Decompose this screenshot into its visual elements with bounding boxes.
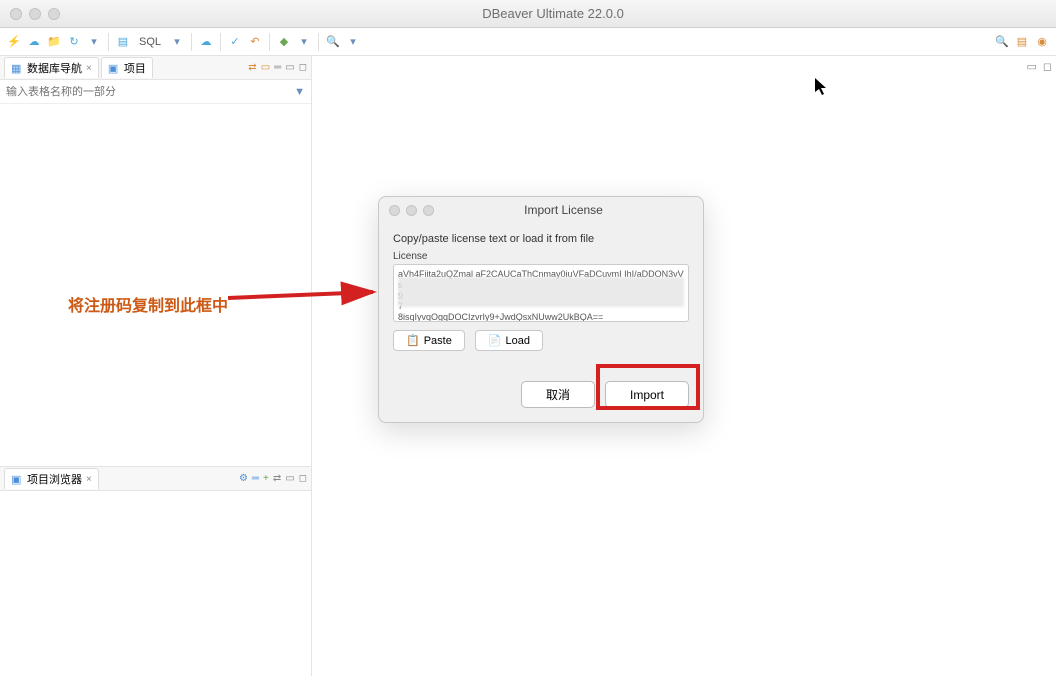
link-icon[interactable]: ⇄ [273,473,281,484]
zoom-traffic[interactable] [423,205,434,216]
tab-label: 项目浏览器 [27,471,82,487]
import-button[interactable]: Import [605,381,689,408]
sql-label[interactable]: SQL [135,36,165,48]
panel-controls: ⇄ ▭ ═ ▭ ◻ [248,62,307,73]
sql-icon[interactable]: ▤ [115,34,131,50]
dropdown-icon[interactable]: ▾ [345,34,361,50]
refresh-icon[interactable]: ↻ [66,34,82,50]
project-icon: ▣ [11,473,23,485]
separator [108,33,109,51]
folder-icon[interactable]: 📁 [46,34,62,50]
main-toolbar: ⚡ ☁ 📁 ↻ ▾ ▤ SQL ▾ ☁ ✓ ↶ ◆ ▾ 🔍 ▾ 🔍 ▤ ◉ [0,28,1056,56]
nav-panel-tabs: ▦ 数据库导航 × ▣ 项目 ⇄ ▭ ═ ▭ ◻ [0,56,311,80]
cloud-icon[interactable]: ☁ [26,34,42,50]
dialog-traffic [389,205,434,216]
minimize-icon[interactable]: ▭ [1026,60,1036,73]
collapse-icon[interactable]: ═ [252,473,259,484]
dropdown-icon[interactable]: ▾ [86,34,102,50]
project-panel-tabs: ▣ 项目浏览器 × ⚙ ═ + ⇄ ▭ ◻ [0,467,311,491]
tab-projects[interactable]: ▣ 项目 [101,57,153,78]
tab-label: 数据库导航 [27,60,82,76]
minimize-icon[interactable]: ▭ [285,62,294,73]
funnel-icon[interactable]: ▼ [294,86,305,98]
button-label: Paste [424,335,452,347]
minimize-traffic[interactable] [406,205,417,216]
cloud2-icon[interactable]: ☁ [198,34,214,50]
close-traffic[interactable] [10,8,22,20]
avatar-icon[interactable]: ◉ [1034,34,1050,50]
filter2-icon[interactable]: ▤ [1014,34,1030,50]
editor-controls: ▭ ◻ [1026,60,1052,73]
plus-icon[interactable]: + [263,473,269,484]
annotation-text: 将注册码复制到此框中 [68,292,228,316]
search-icon[interactable]: 🔍 [994,34,1010,50]
panel-controls: ⚙ ═ + ⇄ ▭ ◻ [239,473,307,484]
minimize-traffic[interactable] [29,8,41,20]
search-tb-icon[interactable]: 🔍 [325,34,341,50]
file-icon: 📄 [488,334,502,347]
dialog-action-row: 📋 Paste 📄 Load [393,330,689,351]
plug-icon[interactable]: ⚡ [6,34,22,50]
separator [220,33,221,51]
bottom-panel: ▣ 项目浏览器 × ⚙ ═ + ⇄ ▭ ◻ [0,466,311,676]
folder-icon: ▣ [108,62,120,74]
filter-input[interactable] [6,86,294,98]
link-icon[interactable]: ⇄ [248,62,256,73]
left-sidebar: ▦ 数据库导航 × ▣ 项目 ⇄ ▭ ═ ▭ ◻ ▼ [0,56,312,676]
project-tree[interactable] [0,491,311,676]
redaction-overlay [398,277,684,307]
separator [269,33,270,51]
annotation-arrow [228,278,388,318]
window-title: DBeaver Ultimate 22.0.0 [60,6,1046,21]
dropdown-icon[interactable]: ▾ [169,34,185,50]
db-icon: ▦ [11,62,23,74]
paste-button[interactable]: 📋 Paste [393,330,465,351]
dropdown-icon[interactable]: ▾ [296,34,312,50]
separator [191,33,192,51]
load-button[interactable]: 📄 Load [475,330,543,351]
license-label: License [393,251,689,262]
button-label: Load [506,335,530,347]
tab-db-navigator[interactable]: ▦ 数据库导航 × [4,57,99,78]
tx-icon[interactable]: ◆ [276,34,292,50]
table-filter: ▼ [0,80,311,104]
collapse-icon[interactable]: ═ [274,62,281,73]
dialog-body: Copy/paste license text or load it from … [379,223,703,422]
dialog-titlebar: Import License [379,197,703,223]
zoom-traffic[interactable] [48,8,60,20]
folder-ctrl-icon[interactable]: ▭ [261,62,270,73]
license-textarea[interactable]: aVh4Fiita2uQZmal aF2CAUCaThCnmay0iuVFaDC… [393,264,689,322]
gear-icon[interactable]: ⚙ [239,473,248,484]
cancel-button[interactable]: 取消 [521,381,595,408]
clipboard-icon: 📋 [406,334,420,347]
rollback-icon[interactable]: ↶ [247,34,263,50]
commit-icon[interactable]: ✓ [227,34,243,50]
maximize-icon[interactable]: ◻ [1043,60,1052,73]
close-traffic[interactable] [389,205,400,216]
import-license-dialog: Import License Copy/paste license text o… [378,196,704,423]
close-icon[interactable]: × [86,63,92,74]
tab-project-browser[interactable]: ▣ 项目浏览器 × [4,468,99,489]
dialog-footer: 取消 Import [393,381,689,408]
tab-label: 项目 [124,60,146,76]
minimize-icon[interactable]: ▭ [285,473,294,484]
traffic-lights [10,8,60,20]
license-line: 8isqIyvqOgqDOCIzvrIy9+JwdQsxNUww2UkBQA== [398,312,684,322]
dialog-instruction: Copy/paste license text or load it from … [393,233,689,245]
maximize-icon[interactable]: ◻ [299,62,307,73]
maximize-icon[interactable]: ◻ [299,473,307,484]
close-icon[interactable]: × [86,474,92,485]
separator [318,33,319,51]
dialog-title: Import License [434,203,693,217]
titlebar: DBeaver Ultimate 22.0.0 [0,0,1056,28]
